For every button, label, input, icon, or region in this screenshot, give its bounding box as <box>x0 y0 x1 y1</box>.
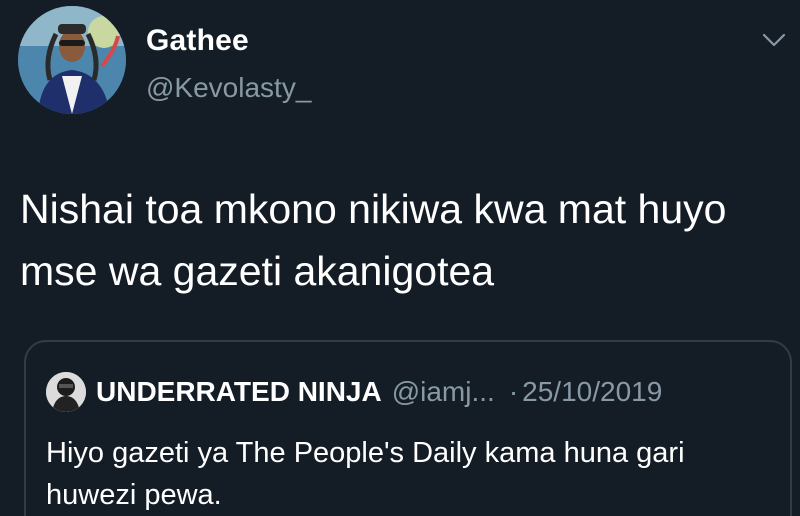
quoted-author-avatar[interactable] <box>46 372 86 412</box>
user-avatar-photo-icon <box>18 6 126 114</box>
author-avatar[interactable] <box>18 6 126 114</box>
tweet-text: Nishai toa mkono nikiwa kwa mat huyo mse… <box>20 186 727 294</box>
quoted-author-display-name[interactable]: UNDERRATED NINJA <box>96 376 382 408</box>
quoted-separator: · <box>508 376 519 407</box>
quoted-tweet-card[interactable]: UNDERRATED NINJA @iamj... · 25/10/2019 H… <box>24 340 792 516</box>
tweet-container: Gathee @Kevolasty_ Nishai toa mkono niki… <box>0 0 800 516</box>
quoted-user-avatar-photo-icon <box>46 372 86 412</box>
quoted-tweet-date[interactable]: 25/10/2019 <box>522 376 662 408</box>
author-display-name[interactable]: Gathee <box>146 24 249 58</box>
chevron-down-icon[interactable] <box>762 30 786 50</box>
quoted-author-handle[interactable]: @iamj... <box>392 376 495 408</box>
quoted-tweet-text: Hiyo gazeti ya The People's Daily kama h… <box>46 437 685 511</box>
quoted-tweet-header: UNDERRATED NINJA @iamj... · 25/10/2019 <box>46 372 662 412</box>
author-handle[interactable]: @Kevolasty_ <box>146 72 311 104</box>
